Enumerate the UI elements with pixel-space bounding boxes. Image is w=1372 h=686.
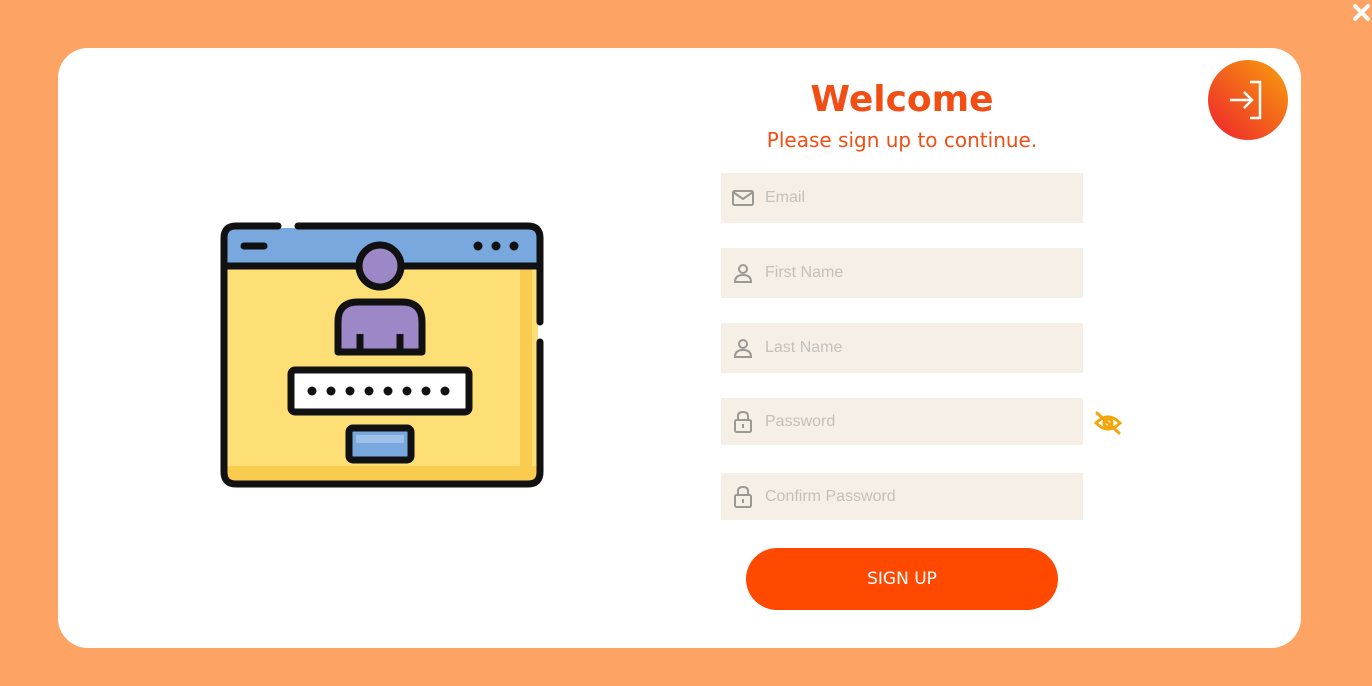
confirm-password-input[interactable] xyxy=(765,473,1083,520)
page-title: Welcome xyxy=(810,79,994,120)
close-button[interactable] xyxy=(1351,2,1372,24)
password-visibility-toggle[interactable] xyxy=(1093,409,1123,437)
login-switch-button[interactable] xyxy=(1208,60,1288,140)
lock-icon xyxy=(721,473,765,520)
confirm-password-field[interactable] xyxy=(721,473,1083,520)
envelope-icon xyxy=(721,173,765,223)
first-name-input[interactable] xyxy=(765,248,1083,298)
sign-up-button[interactable]: SIGN UP xyxy=(746,548,1058,610)
close-icon xyxy=(1353,4,1370,21)
sign-in-icon xyxy=(1230,80,1262,120)
email-field[interactable] xyxy=(721,173,1083,223)
page-subtitle: Please sign up to continue. xyxy=(766,128,1038,152)
password-field[interactable] xyxy=(721,398,1083,445)
browser-login-illustration xyxy=(220,222,544,488)
eye-slash-icon xyxy=(1093,411,1123,435)
user-icon xyxy=(721,323,765,373)
first-name-field[interactable] xyxy=(721,248,1083,298)
email-input[interactable] xyxy=(765,173,1083,223)
last-name-input[interactable] xyxy=(765,323,1083,373)
last-name-field[interactable] xyxy=(721,323,1083,373)
signup-card: Welcome Please sign up to continue. Emai… xyxy=(58,48,1301,648)
lock-icon xyxy=(721,398,765,445)
password-input[interactable] xyxy=(765,398,1083,445)
user-icon xyxy=(721,248,765,298)
